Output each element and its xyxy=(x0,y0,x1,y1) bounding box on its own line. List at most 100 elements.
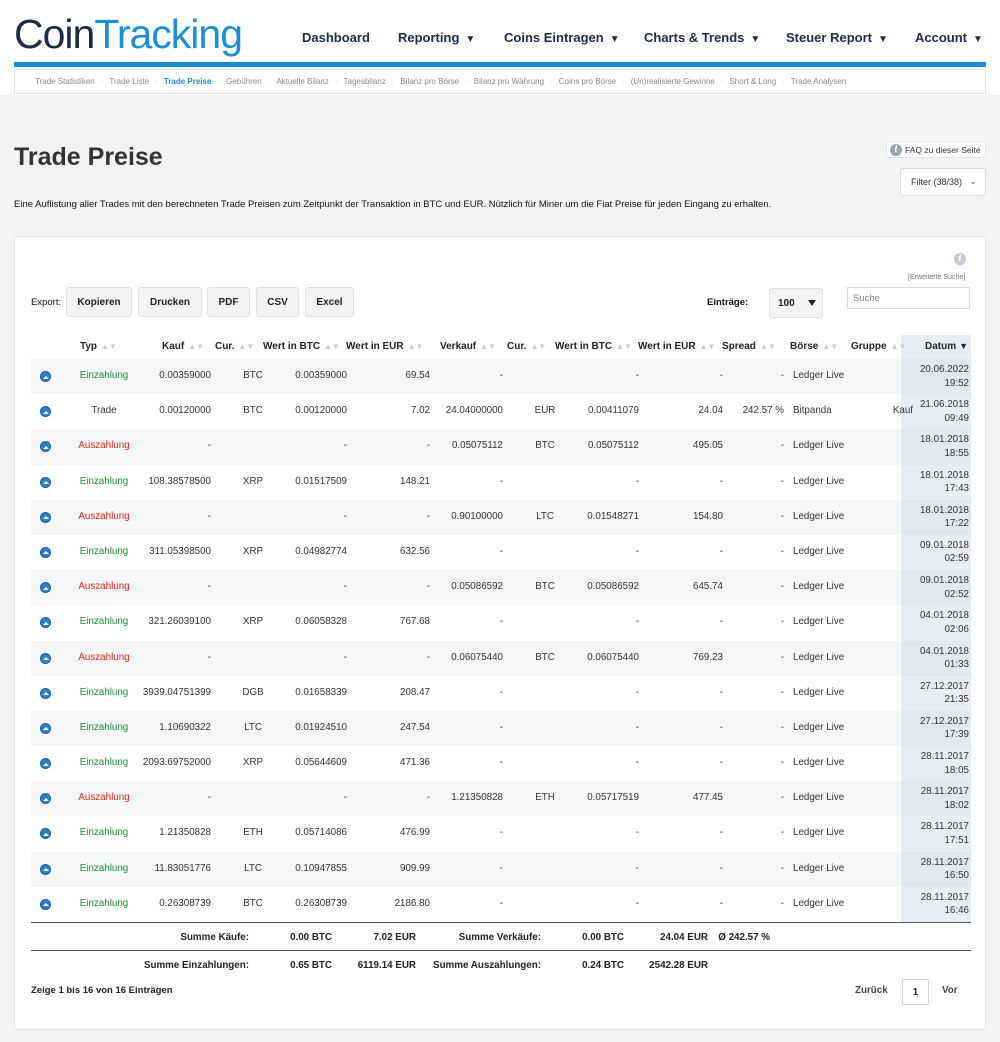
header-kauf[interactable]: Kauf ▲▼ xyxy=(162,341,204,352)
cell-date: 20.06.2022 xyxy=(919,364,969,375)
header-boerse[interactable]: Börse ▲▼ xyxy=(790,341,838,352)
sort-icon: ▲▼ xyxy=(890,342,907,351)
caret-down-icon: ▼ xyxy=(973,34,983,45)
entries-select[interactable]: 100 xyxy=(769,288,823,318)
header-kauf-btc[interactable]: Wert in BTC ▲▼ xyxy=(263,341,340,352)
subnav-item[interactable]: Trade Statistiken xyxy=(35,77,95,86)
cell-time: 17:43 xyxy=(944,483,969,495)
subnav-item[interactable]: Short & Long xyxy=(729,77,776,86)
cell-date: 04.01.2018 xyxy=(919,610,969,622)
nav-dashboard[interactable]: Dashboard xyxy=(302,30,370,45)
pagination-page-1[interactable]: 1 xyxy=(902,979,929,1005)
summary-value: 0.00 BTC xyxy=(290,932,332,943)
header-datum[interactable]: Datum ▼ xyxy=(925,341,968,352)
expand-row-icon[interactable] xyxy=(40,476,51,488)
cell-datum: 28.11.2017 16:46 xyxy=(901,891,969,918)
subnav-item[interactable]: Trade Liste xyxy=(109,77,149,86)
table-row: Trade 0.00120000 BTC 0.00120000 7.02 24.04000… xyxy=(31,394,971,430)
cell-boerse: Ledger Live xyxy=(793,862,845,874)
cell-date: 18.01.2018 xyxy=(919,504,969,516)
subnav-item[interactable]: Trade Preise xyxy=(164,77,212,86)
subnav-separator: · xyxy=(622,77,625,86)
cell-kauf: - xyxy=(207,440,211,452)
nav-reporting[interactable]: Reporting ▼ xyxy=(398,30,475,45)
cell-date: 28.11.2017 xyxy=(920,786,969,798)
cell-time: 17:51 xyxy=(944,834,969,846)
cell-kauf: 0.26308739 xyxy=(159,897,211,909)
expand-row-icon[interactable] xyxy=(40,722,51,734)
header-kauf-eur[interactable]: Wert in EUR ▲▼ xyxy=(346,341,423,352)
header-verkauf-btc[interactable]: Wert in BTC ▲▼ xyxy=(555,341,632,352)
copy-button[interactable]: Kopieren xyxy=(66,287,132,317)
csv-button[interactable]: CSV xyxy=(256,287,299,317)
cell-verkauf: - xyxy=(499,862,503,874)
cell-boerse: Ledger Live xyxy=(793,510,845,522)
expand-row-icon[interactable] xyxy=(40,652,51,664)
caret-down-icon: ▼ xyxy=(750,34,761,45)
info-icon[interactable]: i xyxy=(954,253,966,265)
print-button[interactable]: Drucken xyxy=(138,287,202,317)
nav-label: Coins Eintragen xyxy=(504,30,604,45)
header-label: Gruppe xyxy=(851,341,887,352)
cell-boerse: Ledger Live xyxy=(793,545,845,557)
expand-row-icon[interactable] xyxy=(40,687,51,699)
expand-row-icon[interactable] xyxy=(40,793,51,805)
subnav-item[interactable]: Gebühren xyxy=(226,77,262,86)
excel-button[interactable]: Excel xyxy=(305,287,354,317)
header-verkauf-eur[interactable]: Wert in EUR ▲▼ xyxy=(638,341,715,352)
header-verkauf[interactable]: Verkauf ▲▼ xyxy=(440,341,496,352)
cell-time: 16:50 xyxy=(944,870,969,882)
expand-row-icon[interactable] xyxy=(40,582,51,594)
cell-verkauf: 0.05075112 xyxy=(451,440,503,452)
entries-value: 100 xyxy=(778,297,795,309)
expand-row-icon[interactable] xyxy=(40,511,51,523)
expand-row-icon[interactable] xyxy=(40,441,51,453)
cell-date: 28.11.2017 xyxy=(920,891,969,903)
cell-spread: - xyxy=(780,581,784,593)
subnav-item[interactable]: Bilanz pro Währung xyxy=(474,77,544,86)
cell-time: 01:33 xyxy=(944,659,969,670)
pdf-button[interactable]: PDF xyxy=(207,287,250,317)
header-gruppe[interactable]: Gruppe ▲▼ xyxy=(851,341,906,352)
pagination-prev[interactable]: Zurück xyxy=(855,985,888,996)
expand-row-icon[interactable] xyxy=(40,406,51,418)
subnav-item[interactable]: Coins pro Börse xyxy=(559,77,616,86)
cell-datum: 18.01.2018 17:22 xyxy=(901,504,969,531)
filter-dropdown[interactable]: Filter (38/38) ⌄ xyxy=(900,168,986,196)
expand-row-icon[interactable] xyxy=(40,863,51,875)
expand-row-icon[interactable] xyxy=(40,371,51,382)
nav-steuer-report[interactable]: Steuer Report ▼ xyxy=(786,30,888,45)
table-row: Einzahlung 108.38578500 XRP 0.01517509 148.2… xyxy=(31,464,971,500)
faq-link[interactable]: i FAQ zu dieser Seite xyxy=(886,141,986,158)
expand-row-icon[interactable] xyxy=(40,617,51,629)
page-title: Trade Preise xyxy=(14,143,163,171)
cell-verkauf: 24.04000000 xyxy=(445,405,503,417)
expand-row-icon[interactable] xyxy=(40,546,51,558)
expand-row-icon[interactable] xyxy=(40,758,51,770)
subnav-item[interactable]: Bilanz pro Börse xyxy=(400,77,459,86)
subnav-item[interactable]: Tagesbilanz xyxy=(344,77,386,86)
nav-coins-eintragen[interactable]: Coins Eintragen ▼ xyxy=(504,30,620,45)
header-label: Kauf xyxy=(162,341,185,352)
cell-kauf: 1.21350828 xyxy=(159,827,211,839)
cell-datum: 09.01.2018 02:52 xyxy=(901,574,969,601)
header-kauf-cur[interactable]: Cur. ▲▼ xyxy=(215,341,254,352)
advanced-search-link[interactable]: [Erweiterte Suche] xyxy=(908,274,965,281)
pagination-next[interactable]: Vor xyxy=(942,985,958,996)
subnav-item[interactable]: Aktuelle Bilanz xyxy=(276,77,328,86)
subnav-item[interactable]: (Un)realisierte Gewinne xyxy=(631,77,715,86)
cell-datum: 28.11.2017 18:02 xyxy=(901,785,969,812)
nav-account[interactable]: Account ▼ xyxy=(915,30,983,45)
expand-row-icon[interactable] xyxy=(40,828,51,840)
header-label: Wert in EUR xyxy=(638,341,696,352)
header-spread[interactable]: Spread ▲▼ xyxy=(722,341,776,352)
cell-boerse: Ledger Live xyxy=(793,792,845,804)
table-row: Einzahlung 1.10690322 LTC 0.01924510 247.54-… xyxy=(31,710,971,747)
header-verkauf-cur[interactable]: Cur. ▲▼ xyxy=(507,341,546,352)
cell-spread: - xyxy=(780,827,784,839)
header-typ[interactable]: Typ ▲▼ xyxy=(80,341,117,352)
nav-charts-trends[interactable]: Charts & Trends ▼ xyxy=(644,30,760,45)
expand-row-icon[interactable] xyxy=(40,898,51,910)
search-input[interactable] xyxy=(847,287,970,309)
subnav-item[interactable]: Trade Analysen xyxy=(791,77,846,86)
